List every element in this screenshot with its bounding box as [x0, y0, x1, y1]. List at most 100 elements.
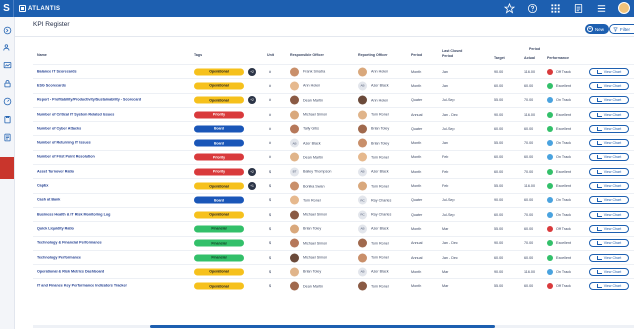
- view-chart-button[interactable]: View Chart: [589, 124, 629, 133]
- tag-extra-count[interactable]: +2: [248, 167, 256, 176]
- view-chart-button[interactable]: View Chart: [589, 110, 629, 119]
- view-chart-button[interactable]: View Chart: [589, 253, 629, 262]
- kpi-name-link[interactable]: Asset Turnover Ratio: [37, 169, 187, 174]
- reporting-officer: RC Ray Charles: [358, 195, 391, 205]
- col-last-closed[interactable]: Last Closed: [442, 49, 462, 53]
- new-button[interactable]: + New: [585, 24, 610, 34]
- kpi-name-link[interactable]: Business Health & IT Risk Monitoring Log: [37, 212, 187, 217]
- view-chart-button[interactable]: View Chart: [589, 139, 629, 148]
- period-value: Quater: [411, 212, 423, 217]
- performance-status: Off Track: [547, 225, 571, 232]
- table-row[interactable]: Technology & Financial Performance Finan…: [33, 235, 634, 250]
- kpi-name-link[interactable]: CapEx: [37, 184, 187, 189]
- reporting-name: Tom Ronel: [371, 155, 389, 160]
- users-icon[interactable]: [3, 43, 12, 52]
- view-chart-button[interactable]: View Chart: [589, 210, 629, 219]
- kpi-name-link[interactable]: Technology & Financial Performance: [37, 241, 187, 246]
- horizontal-scrollbar-thumb[interactable]: [150, 325, 495, 328]
- kpi-name-link[interactable]: Report - Profitability/Productivity/Sust…: [37, 98, 187, 103]
- kpi-name-link[interactable]: Quick Liquidity Ratio: [37, 227, 187, 232]
- table-row[interactable]: Business Health & IT Risk Monitoring Log…: [33, 206, 634, 221]
- responsible-officer: AB Azer Black: [290, 138, 321, 148]
- view-chart-button[interactable]: View Chart: [589, 67, 629, 76]
- view-chart-button[interactable]: View Chart: [589, 196, 629, 205]
- col-tags[interactable]: Tags: [194, 53, 202, 57]
- responsible-name: Tally Gibs: [303, 126, 319, 131]
- report-icon[interactable]: [3, 133, 12, 142]
- table-row[interactable]: ESG Scorecards Operational # Ann Holen A…: [33, 78, 634, 92]
- kpi-name-link[interactable]: Number of Returning IT Issues: [37, 141, 187, 146]
- col-performance[interactable]: Performance: [547, 56, 569, 60]
- kpi-name-link[interactable]: Operational & Risk Metrics Dashboard: [37, 269, 187, 274]
- responsible-name: Michael Simon: [303, 241, 328, 246]
- responsible-name: Bailey Thompson: [303, 169, 332, 174]
- kpi-name-link[interactable]: Number of First Point Resolution: [37, 155, 187, 160]
- kpi-name-link[interactable]: IT and Finance Key Performance Indicator…: [37, 284, 187, 289]
- kpi-name-link[interactable]: Balance IT Scorecards: [37, 69, 187, 74]
- view-chart-button[interactable]: View Chart: [589, 167, 629, 176]
- logo[interactable]: ATLANTIS: [19, 5, 60, 12]
- tag-extra-count[interactable]: +2: [248, 67, 256, 76]
- actual-value: 116.00: [524, 184, 536, 189]
- tag-extra-count[interactable]: +2: [248, 96, 256, 105]
- responsible-avatar: [290, 224, 299, 234]
- actual-value: 70.00: [524, 241, 534, 246]
- view-chart-button[interactable]: View Chart: [589, 81, 629, 90]
- table-row[interactable]: Number of First Point Resolution Priorit…: [33, 149, 634, 164]
- reporting-officer: Brian Toley: [358, 124, 389, 134]
- table-row[interactable]: Operational & Risk Metrics Dashboard Ope…: [33, 264, 634, 278]
- table-row[interactable]: CapEx Operational +1 $ Bonika Swan Tom R…: [33, 178, 634, 192]
- view-chart-button[interactable]: View Chart: [589, 224, 629, 233]
- view-chart-button[interactable]: View Chart: [589, 282, 629, 291]
- kpi-name-link[interactable]: Number of Cyber Attacks: [37, 127, 187, 132]
- responsible-avatar: AB: [290, 138, 299, 148]
- table-row[interactable]: Quick Liquidity Ratio Financial $ Brian …: [33, 221, 634, 235]
- kpi-name-link[interactable]: Cash at Bank: [37, 198, 187, 203]
- table-row[interactable]: Number of Critical IT System Related Iss…: [33, 106, 634, 121]
- menu-icon[interactable]: [595, 2, 607, 14]
- view-chart-label: View Chart: [603, 269, 622, 274]
- table-row[interactable]: IT and Finance Key Performance Indicator…: [33, 278, 634, 292]
- view-chart-button[interactable]: View Chart: [589, 239, 629, 248]
- col-actual[interactable]: Actual: [524, 56, 535, 60]
- col-unit[interactable]: Unit: [267, 53, 274, 57]
- user-avatar[interactable]: [618, 2, 630, 14]
- table-row[interactable]: Number of Returning IT Issues Board # AB…: [33, 135, 634, 149]
- col-reporting[interactable]: Reporting Officer: [358, 53, 388, 57]
- col-name[interactable]: Name: [37, 53, 47, 57]
- view-chart-button[interactable]: View Chart: [589, 182, 629, 191]
- col-responsible[interactable]: Responsible Officer: [290, 53, 324, 57]
- actual-value: 116.00: [524, 269, 536, 274]
- dashboard-icon[interactable]: [3, 61, 12, 70]
- lock-icon[interactable]: [3, 79, 12, 88]
- view-chart-button[interactable]: View Chart: [589, 153, 629, 162]
- actual-value: 70.00: [524, 169, 534, 174]
- period-value: Month: [411, 141, 422, 146]
- kpi-name-link[interactable]: ESG Scorecards: [37, 84, 187, 89]
- apps-grid-icon[interactable]: [549, 2, 561, 14]
- table-row[interactable]: Number of Cyber Attacks Board # Tally Gi…: [33, 121, 634, 135]
- help-icon[interactable]: [526, 2, 538, 14]
- table-row[interactable]: Technology Performance Financial $ Micha…: [33, 249, 634, 264]
- tag-extra-count[interactable]: +1: [248, 182, 256, 191]
- table-row[interactable]: Balance IT Scorecards Operational +2 # F…: [33, 64, 634, 78]
- reporting-avatar: [358, 67, 367, 77]
- arrow-right-circle-icon[interactable]: [3, 26, 12, 35]
- document-icon[interactable]: [572, 2, 584, 14]
- table-row[interactable]: Asset Turnover Ratio Priority +2 $ BT Bai…: [33, 164, 634, 178]
- unit-value: #: [269, 112, 272, 117]
- kpi-name-link[interactable]: Number of Critical IT System Related Iss…: [37, 112, 187, 117]
- table-row[interactable]: Report - Profitability/Productivity/Sust…: [33, 92, 634, 107]
- view-chart-button[interactable]: View Chart: [589, 96, 629, 105]
- table-row[interactable]: Cash at Bank Board $ Tom Ronel RC Ray Cha…: [33, 192, 634, 207]
- brand-letter[interactable]: S: [0, 0, 14, 17]
- gauge-icon[interactable]: [3, 97, 12, 106]
- col-period[interactable]: Period: [411, 53, 422, 57]
- clipboard-icon[interactable]: [3, 115, 12, 124]
- view-chart-button[interactable]: View Chart: [589, 267, 629, 276]
- filter-button[interactable]: Filter: [609, 24, 634, 34]
- col-target[interactable]: Target: [494, 56, 505, 60]
- star-icon[interactable]: [503, 2, 515, 14]
- kpi-name-link[interactable]: Technology Performance: [37, 255, 187, 260]
- performance-status: Excellent: [547, 254, 571, 261]
